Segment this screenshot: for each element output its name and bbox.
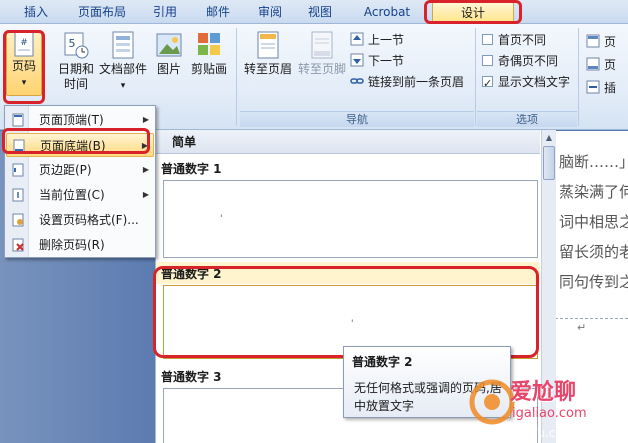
odd-even-different-checkbox[interactable]: 奇偶页不同 [482,51,558,71]
paragraph-mark: ↵ [577,321,587,334]
header-position-label: 页 [604,35,617,49]
picture-button[interactable]: 图片 [153,30,185,77]
footer-position-button[interactable]: 页 [586,55,616,75]
tab-acrobat[interactable]: Acrobat [354,3,420,21]
tab-insert[interactable]: 插入 [16,3,56,21]
odd-even-different-check[interactable] [482,55,493,66]
remove-page-number-icon [12,238,24,252]
previous-section-icon [350,32,364,46]
watermark-url: igaliao.com [512,406,587,421]
document-line: 脑断……」 [559,153,628,171]
link-to-previous-button[interactable]: 链接到前一条页眉 [350,72,464,92]
clip-art-icon [198,33,220,55]
document-line: 蒸染满了何 [559,183,628,201]
header-position-icon [586,34,600,48]
clip-art-label: 剪贴画 [190,62,227,76]
page-number-placeholder: ' [220,214,223,224]
tab-references[interactable]: 引用 [145,3,185,21]
page-top-icon [12,113,24,127]
page-margin-icon [12,163,24,177]
show-document-text-check[interactable] [482,74,493,94]
clip-art-button[interactable]: 剪贴画 [189,30,229,77]
goto-header-label: 转至页眉 [243,62,292,76]
menu-item-current-position[interactable]: 当前位置(C) ▶ [6,183,154,207]
tooltip-title: 普通数字 2 [352,355,413,369]
next-section-icon [350,53,364,67]
menu-item-label: 页边距(P) [39,163,92,177]
first-page-different-check[interactable] [482,34,493,45]
watermark-tail: qkoufu.com [504,426,575,440]
ribbon-separator [578,28,579,126]
menu-item-format-page-numbers[interactable]: 设置页码格式(F)... [6,208,154,232]
alignment-tab-icon [586,80,600,94]
menu-item-remove-page-numbers[interactable]: 删除页码(R) [6,233,154,257]
link-icon [350,78,364,84]
menu-item-label: 删除页码(R) [39,238,105,252]
goto-header-button[interactable]: 转至页眉 [242,30,294,77]
submenu-arrow-icon: ▶ [142,165,149,174]
menu-item-label: 当前位置(C) [39,188,105,202]
odd-even-different-label: 奇偶页不同 [498,54,559,68]
plain-number-2-highlight-box [153,266,539,358]
ribbon-separator [475,28,476,126]
date-time-label: 日期和时间 [57,62,94,91]
menu-item-label: 设置页码格式(F)... [39,213,139,227]
goto-footer-label: 转至页脚 [297,62,346,76]
gallery-section-header: 简单 [156,130,540,154]
menu-item-page-margins[interactable]: 页边距(P) ▶ [6,158,154,182]
goto-header-icon [257,31,279,59]
ribbon-separator [236,28,237,126]
previous-section-label: 上一节 [368,33,405,47]
picture-label: 图片 [156,62,181,76]
goto-footer-button[interactable]: 转至页脚 [296,30,348,77]
show-document-text-checkbox[interactable]: 显示文档文字 [482,72,571,94]
goto-footer-icon [311,31,333,59]
page-number-highlight-box [3,30,45,104]
ribbon-tab-bar: 插入 页面布局 引用 邮件 审阅 视图 Acrobat 设计 [0,0,628,24]
footer-boundary-line [555,318,628,319]
nav-group-caption: 导航 [240,111,474,127]
gallery-item-title: 普通数字 3 [161,370,222,384]
design-tab-highlight-box [424,0,522,24]
format-page-number-icon [12,213,24,227]
previous-section-button[interactable]: 上一节 [350,30,404,50]
gallery-item-title: 普通数字 1 [161,162,222,176]
link-to-previous-label: 链接到前一条页眉 [368,75,465,89]
site-watermark: 爱尬聊 igaliao.com qkoufu.com [468,368,628,443]
watermark-title: 爱尬聊 [510,380,577,405]
document-parts-button[interactable]: 文档部件 ▾ [98,30,148,94]
bottom-of-page-highlight-box [2,128,150,154]
next-section-label: 下一节 [368,54,405,68]
svg-text:5: 5 [69,37,76,50]
first-page-different-label: 首页不同 [498,33,547,47]
header-position-button[interactable]: 页 [586,32,616,52]
next-section-button[interactable]: 下一节 [350,51,404,71]
calendar-clock-icon: 5 [64,32,89,59]
document-line: 词中相思之 [559,213,628,231]
document-parts-icon [112,31,134,59]
date-time-button[interactable]: 5 日期和时间 [56,30,96,92]
tab-view[interactable]: 视图 [300,3,340,21]
tab-review[interactable]: 审阅 [250,3,290,21]
submenu-arrow-icon: ▶ [142,190,149,199]
footer-position-label: 页 [604,58,617,72]
tab-mailings[interactable]: 邮件 [198,3,238,21]
first-page-different-checkbox[interactable]: 首页不同 [482,30,546,50]
show-document-text-label: 显示文档文字 [498,75,571,89]
tab-page-layout[interactable]: 页面布局 [68,3,136,21]
document-line: 留长须的老 [559,243,628,261]
insert-alignment-tab-button[interactable]: 插 [586,78,616,98]
watermark-logo-icon [469,379,515,425]
document-parts-label: 文档部件 [98,62,147,76]
options-group-caption: 选项 [477,111,577,127]
scroll-thumb[interactable] [543,146,555,180]
picture-icon [156,33,182,57]
current-position-icon [12,188,24,202]
document-parts-caret: ▾ [120,81,126,91]
scroll-up-arrow-icon[interactable]: ▲ [543,132,555,144]
insert-alignment-tab-label: 插 [604,81,617,95]
document-line: 同句传到之 [559,273,628,291]
footer-position-icon [586,57,600,71]
gallery-item-plain-number-1[interactable]: ' [163,180,538,258]
